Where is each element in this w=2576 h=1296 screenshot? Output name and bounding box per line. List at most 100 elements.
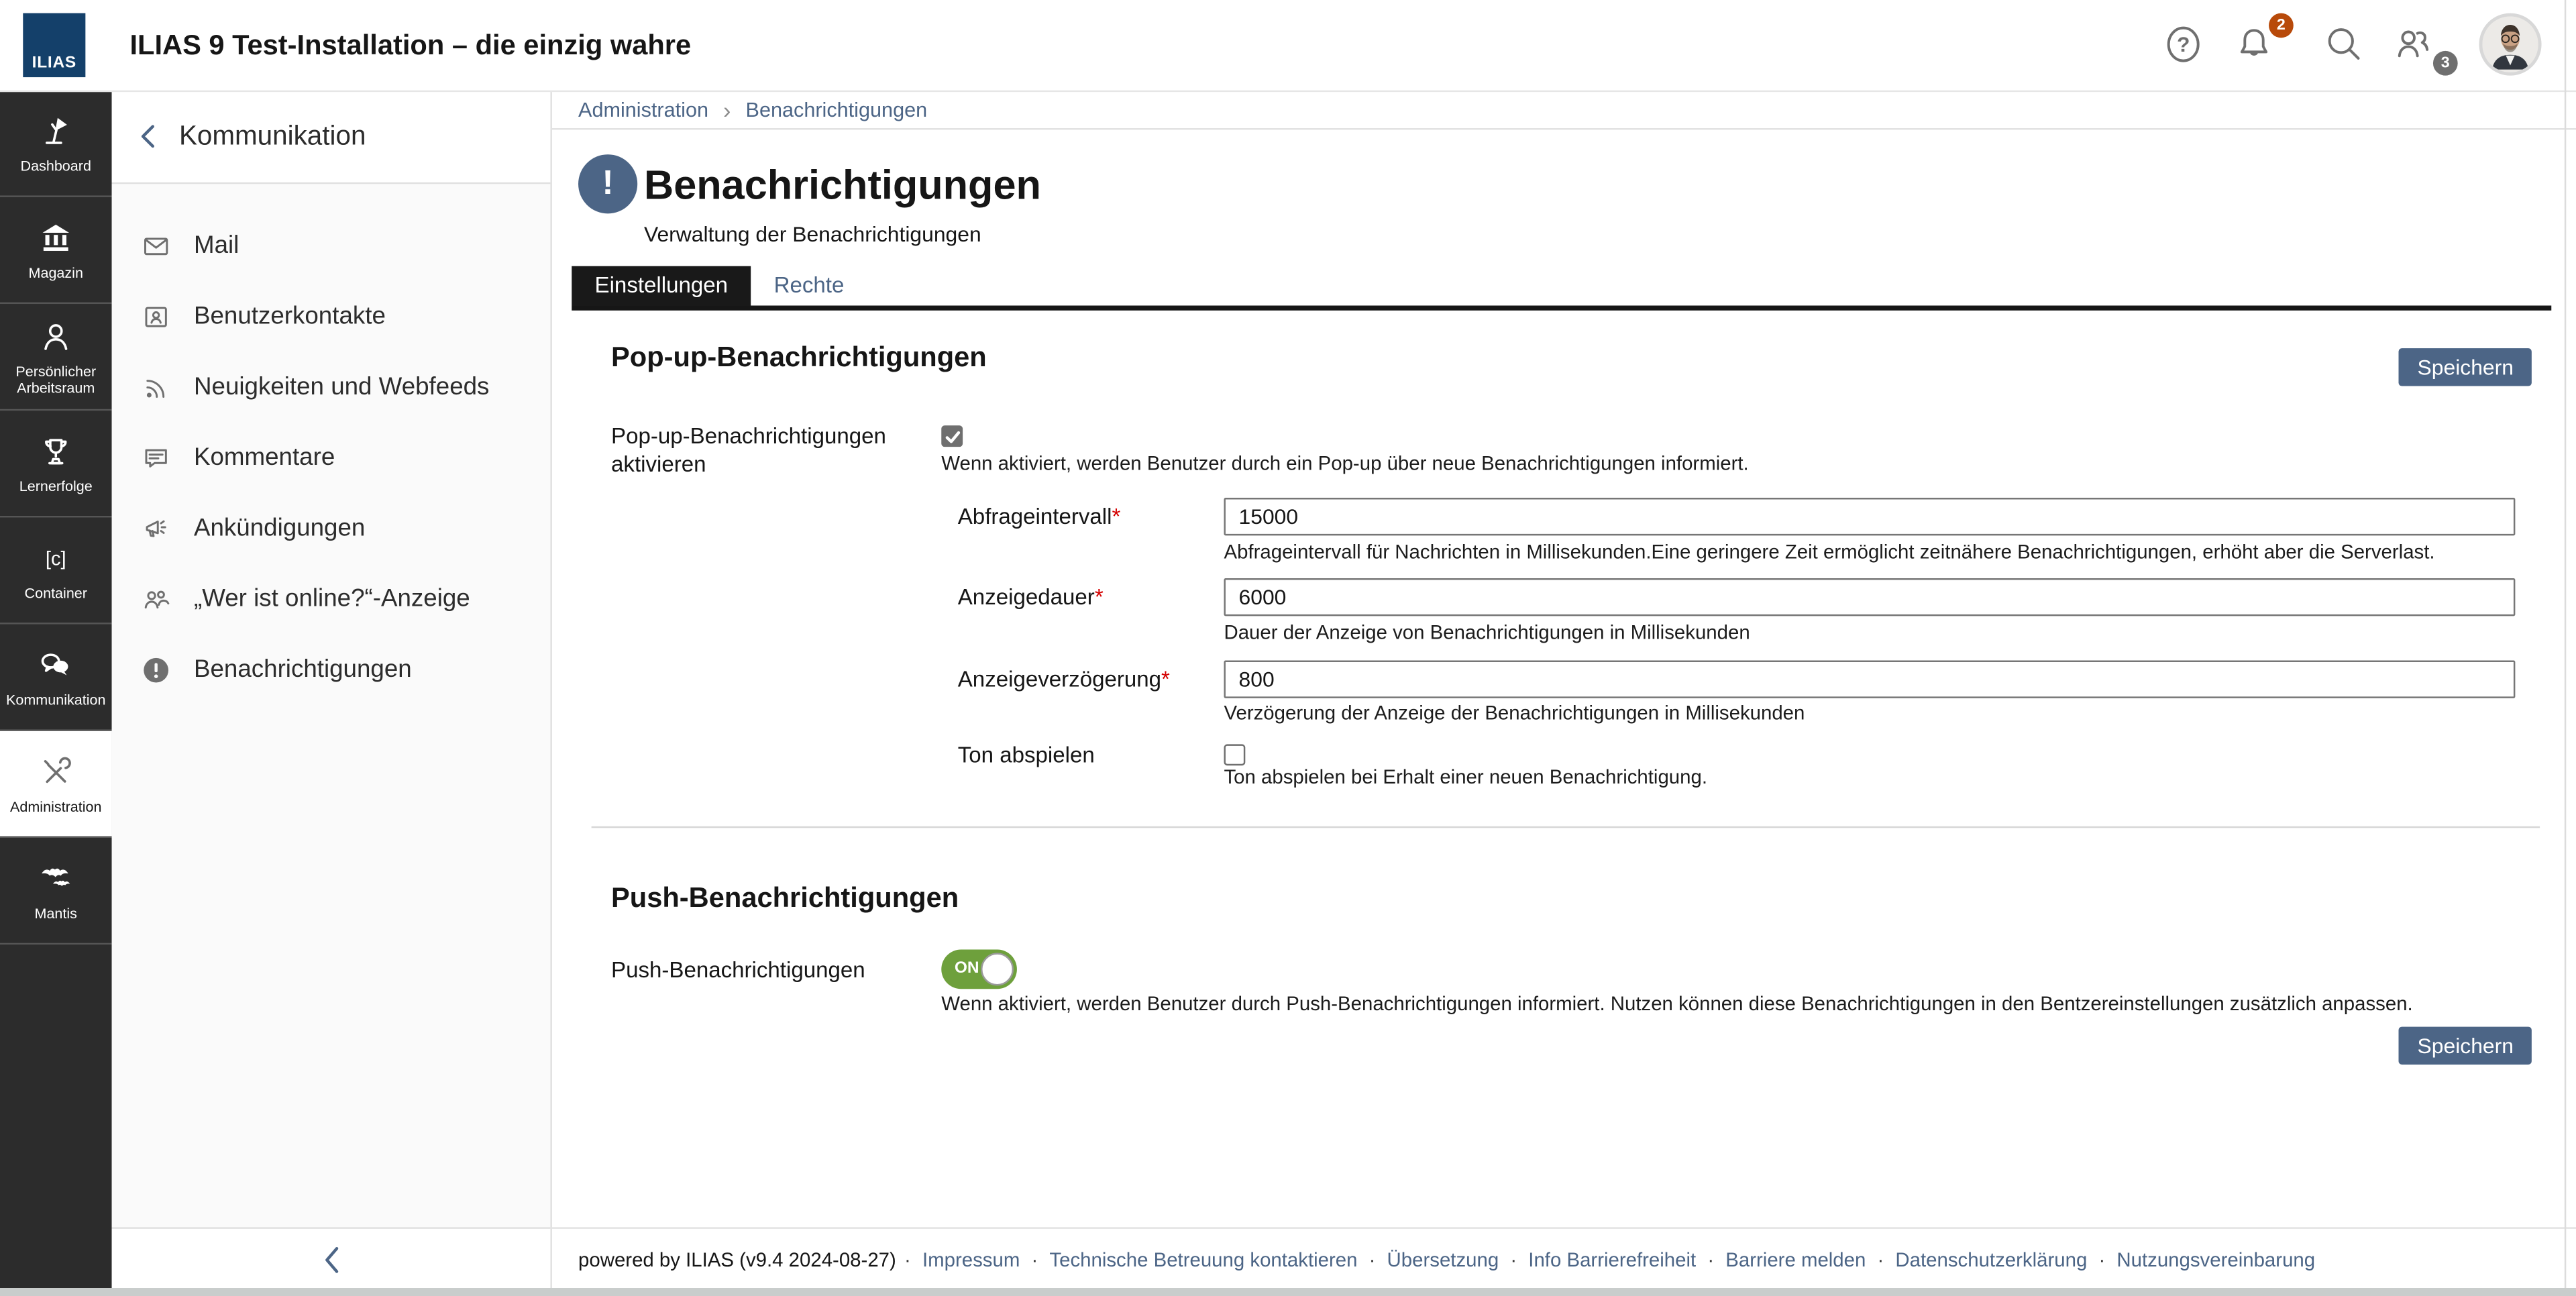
horizontal-scrollbar[interactable] [0,1288,2576,1296]
slate-item-label: Neuigkeiten und Webfeeds [194,373,489,401]
slate-header-label: Kommunikation [179,121,366,152]
awareness-count-badge[interactable]: 3 [2433,51,2458,76]
breadcrumb-benachrichtigungen[interactable]: Benachrichtigungen [746,98,928,121]
powered-by-text: powered by ILIAS (v9.4 2024-08-27) [578,1248,896,1271]
mainbar: Dashboard Magazin Persönlicher Arbeitsra… [0,91,112,1288]
slate-item-label: Kommentare [194,443,335,472]
trophy-icon [38,432,74,472]
tab-rechte[interactable]: Rechte [751,266,867,306]
save-button-top[interactable]: Speichern [2400,348,2532,386]
slate-item-label: Benachrichtigungen [194,655,412,684]
footer-link-uebersetzung[interactable]: Übersetzung [1387,1248,1499,1271]
push-toggle[interactable]: ON [941,950,1017,989]
search-icon[interactable] [2323,23,2366,66]
footer-separator: · [1707,1248,1714,1271]
footer-link-nutzungsvereinbarung[interactable]: Nutzungsvereinbarung [2116,1248,2315,1271]
popup-enable-checkbox[interactable] [941,425,963,447]
mainbar-item-label: Mantis [32,905,80,921]
page-alert-icon: ! [578,154,637,213]
abfrageintervall-input[interactable] [1224,498,2515,535]
footer-link-datenschutz[interactable]: Datenschutzerklärung [1895,1248,2087,1271]
slate-item-benachrichtigungen[interactable]: Benachrichtigungen [112,634,551,704]
collapse-slate-button[interactable] [112,1227,551,1289]
field-label-ton-abspielen: Ton abspielen [958,741,1095,769]
mainbar-item-persoenlicher-arbeitsraum[interactable]: Persönlicher Arbeitsraum [0,304,112,411]
footer-link-betreuung[interactable]: Technische Betreuung kontaktieren [1049,1248,1357,1271]
breadcrumb: Administration › Benachrichtigungen [552,91,2576,130]
megaphone-icon [142,513,171,543]
rss-icon [142,372,171,402]
breadcrumb-administration[interactable]: Administration [578,98,708,121]
mainbar-item-lernerfolge[interactable]: Lernerfolge [0,411,112,517]
page-title: Benachrichtigungen [644,162,1041,210]
footer-link-barrierefreiheit[interactable]: Info Barrierefreiheit [1528,1248,1696,1271]
notification-count-badge[interactable]: 2 [2269,13,2294,38]
mail-icon [142,231,171,260]
ilias-logo[interactable]: ILIAS [23,13,85,78]
top-bar: ILIAS ILIAS 9 Test-Installation – die ei… [0,0,2576,92]
site-title: ILIAS 9 Test-Installation – die einzig w… [129,0,691,91]
mainbar-item-label: Kommunikation [3,692,109,708]
footer-separator: · [1031,1248,1038,1271]
slate-header[interactable]: Kommunikation [112,91,551,184]
slate-item-label: Mail [194,231,239,260]
slate-item-mail[interactable]: Mail [112,210,551,280]
breadcrumb-separator-icon: › [723,99,731,119]
slate-item-neuigkeiten-webfeeds[interactable]: Neuigkeiten und Webfeeds [112,352,551,422]
field-label-push: Push-Benachrichtigungen [611,956,865,984]
anzeigedauer-input[interactable] [1224,578,2515,616]
slate-item-wer-ist-online[interactable]: „Wer ist online?“-Anzeige [112,563,551,634]
collapse-chevron-icon [319,1243,342,1276]
slate-item-benutzerkontakte[interactable]: Benutzerkontakte [112,281,551,352]
mainbar-item-label: Lernerfolge [16,478,96,494]
chat-bubbles-icon [38,645,74,685]
mainbar-item-label: Magazin [25,264,87,280]
field-byline-popup-enable: Wenn aktiviert, werden Benutzer durch ei… [941,451,1748,474]
footer-separator: · [904,1248,911,1271]
save-button-bottom[interactable]: Speichern [2400,1027,2532,1065]
tab-einstellungen[interactable]: Einstellungen [572,266,751,306]
slate-item-kommentare[interactable]: Kommentare [112,422,551,492]
anzeigeverzoegerung-input[interactable] [1224,660,2515,698]
main-content: Administration › Benachrichtigungen ! Be… [552,91,2576,1288]
slate-item-label: „Wer ist online?“-Anzeige [194,585,470,613]
mainbar-item-dashboard[interactable]: Dashboard [0,91,112,197]
footer-separator: · [2098,1248,2105,1271]
help-icon[interactable]: ? [2162,23,2205,66]
slate-sidebar: Kommunikation Mail Benutzerkontakte Neui… [112,91,552,1288]
page-subtitle: Verwaltung der Benachrichtigungen [644,222,981,247]
slate-item-label: Benutzerkontakte [194,303,386,331]
back-chevron-icon [138,123,158,150]
required-marker: * [1161,667,1170,692]
footer-link-barriere-melden[interactable]: Barriere melden [1725,1248,1866,1271]
ton-abspielen-checkbox[interactable] [1224,744,1245,765]
tools-icon [38,753,74,792]
field-byline-abfrageintervall: Abfrageintervall für Nachrichten in Mill… [1224,541,2434,563]
ilias-admin-page: ILIAS ILIAS 9 Test-Installation – die ei… [0,0,2576,1296]
field-label-popup-enable: Pop-up-Benachrichtigungen aktivieren [611,422,940,478]
awareness-users-icon[interactable] [2392,23,2435,66]
mainbar-item-mantis[interactable]: Mantis [0,838,112,944]
mainbar-item-label: Persönlicher Arbeitsraum [0,363,112,396]
field-byline-ton-abspielen: Ton abspielen bei Erhalt einer neuen Ben… [1224,765,1707,788]
slate-items: Mail Benutzerkontakte Neuigkeiten und We… [112,184,551,704]
mainbar-item-container[interactable]: [c] Container [0,517,112,624]
mainbar-item-kommunikation[interactable]: Kommunikation [0,625,112,731]
mainbar-item-label: Dashboard [17,158,95,174]
slate-item-ankuendigungen[interactable]: Ankündigungen [112,493,551,563]
slate-item-label: Ankündigungen [194,515,365,543]
container-brackets-icon: [c] [38,539,74,578]
bats-icon [38,859,74,899]
footer-separator: · [1510,1248,1517,1271]
toggle-on-label: ON [955,950,979,989]
footer-link-impressum[interactable]: Impressum [922,1248,1020,1271]
user-avatar[interactable] [2479,13,2542,76]
mainbar-item-magazin[interactable]: Magazin [0,197,112,304]
mainbar-item-administration[interactable]: Administration [0,731,112,838]
bank-building-icon [38,219,74,258]
section-title-popup: Pop-up-Benachrichtigungen [611,341,987,374]
tab-bar: Einstellungen Rechte [572,266,867,306]
required-marker: * [1112,504,1121,529]
mainbar-item-label: Container [21,585,91,601]
field-label-anzeigedauer: Anzeigedauer* [958,583,1104,611]
